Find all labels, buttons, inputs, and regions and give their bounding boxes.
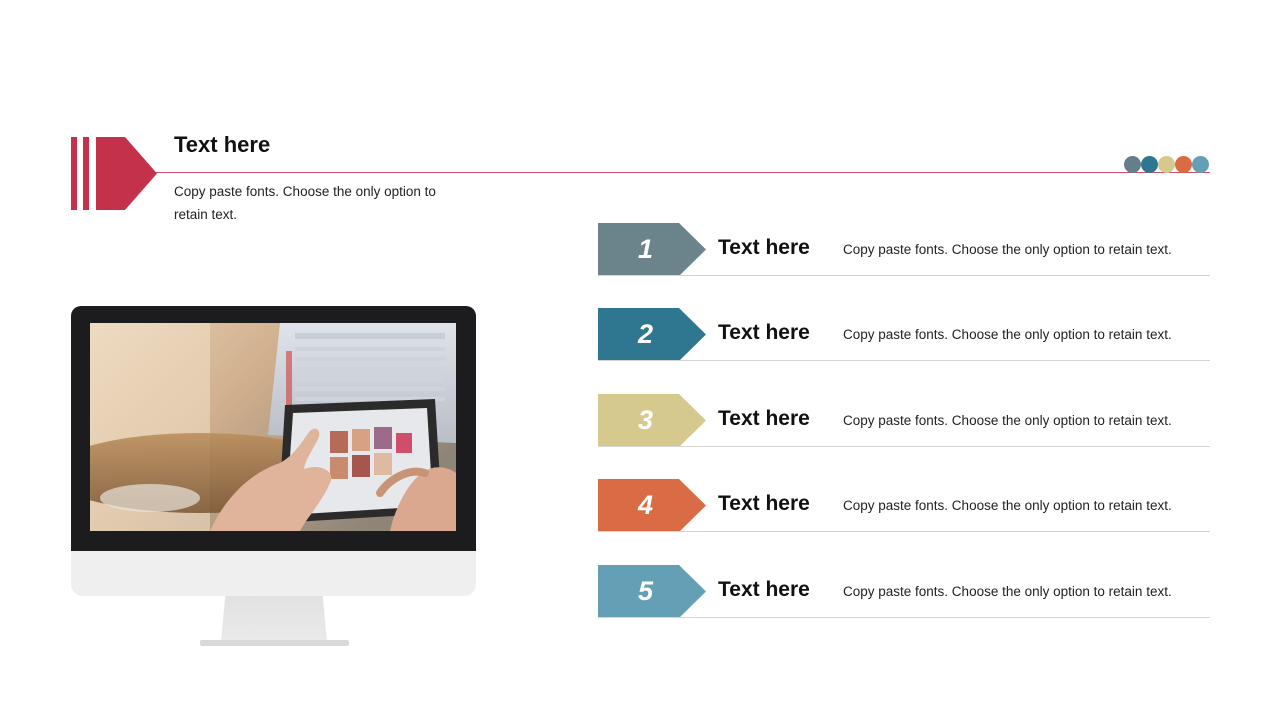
step-item: 2 Text here Copy paste fonts. Choose the… bbox=[598, 308, 1210, 362]
step-description: Copy paste fonts. Choose the only option… bbox=[843, 498, 1172, 513]
step-title: Text here bbox=[718, 321, 810, 344]
step-divider bbox=[598, 531, 1210, 532]
header-divider bbox=[150, 172, 1210, 173]
step-number: 5 bbox=[637, 576, 654, 606]
color-dot bbox=[1124, 156, 1141, 173]
step-description: Copy paste fonts. Choose the only option… bbox=[843, 242, 1172, 257]
header-description: Copy paste fonts. Choose the only option… bbox=[174, 184, 436, 222]
monitor-stand bbox=[221, 596, 327, 642]
step-item: 1 Text here Copy paste fonts. Choose the… bbox=[598, 223, 1210, 277]
chevron-bars-icon bbox=[71, 137, 157, 210]
color-dot bbox=[1175, 156, 1192, 173]
step-divider bbox=[598, 617, 1210, 618]
step-number: 4 bbox=[637, 490, 654, 520]
monitor-base bbox=[200, 640, 349, 646]
color-dot bbox=[1158, 156, 1175, 173]
step-title: Text here bbox=[718, 236, 810, 259]
step-description: Copy paste fonts. Choose the only option… bbox=[843, 327, 1172, 342]
monitor-screen-photo bbox=[90, 323, 456, 531]
color-dot bbox=[1141, 156, 1158, 173]
step-item: 5 Text here Copy paste fonts. Choose the… bbox=[598, 565, 1210, 619]
step-number: 2 bbox=[637, 319, 654, 349]
step-divider bbox=[598, 360, 1210, 361]
hands-using-tablet-photo bbox=[90, 323, 456, 531]
step-divider bbox=[598, 446, 1210, 447]
step-item: 3 Text here Copy paste fonts. Choose the… bbox=[598, 394, 1210, 448]
header-title: Text here bbox=[174, 132, 271, 157]
step-item: 4 Text here Copy paste fonts. Choose the… bbox=[598, 479, 1210, 533]
color-dot bbox=[1192, 156, 1209, 173]
step-divider bbox=[598, 275, 1210, 276]
step-description: Copy paste fonts. Choose the only option… bbox=[843, 584, 1172, 599]
step-number: 1 bbox=[637, 234, 654, 264]
step-title: Text here bbox=[718, 578, 810, 601]
monitor-chin bbox=[71, 551, 476, 596]
step-title: Text here bbox=[718, 492, 810, 515]
desktop-monitor bbox=[71, 306, 476, 646]
step-title: Text here bbox=[718, 407, 810, 430]
step-number: 3 bbox=[637, 405, 654, 435]
step-description: Copy paste fonts. Choose the only option… bbox=[843, 413, 1172, 428]
